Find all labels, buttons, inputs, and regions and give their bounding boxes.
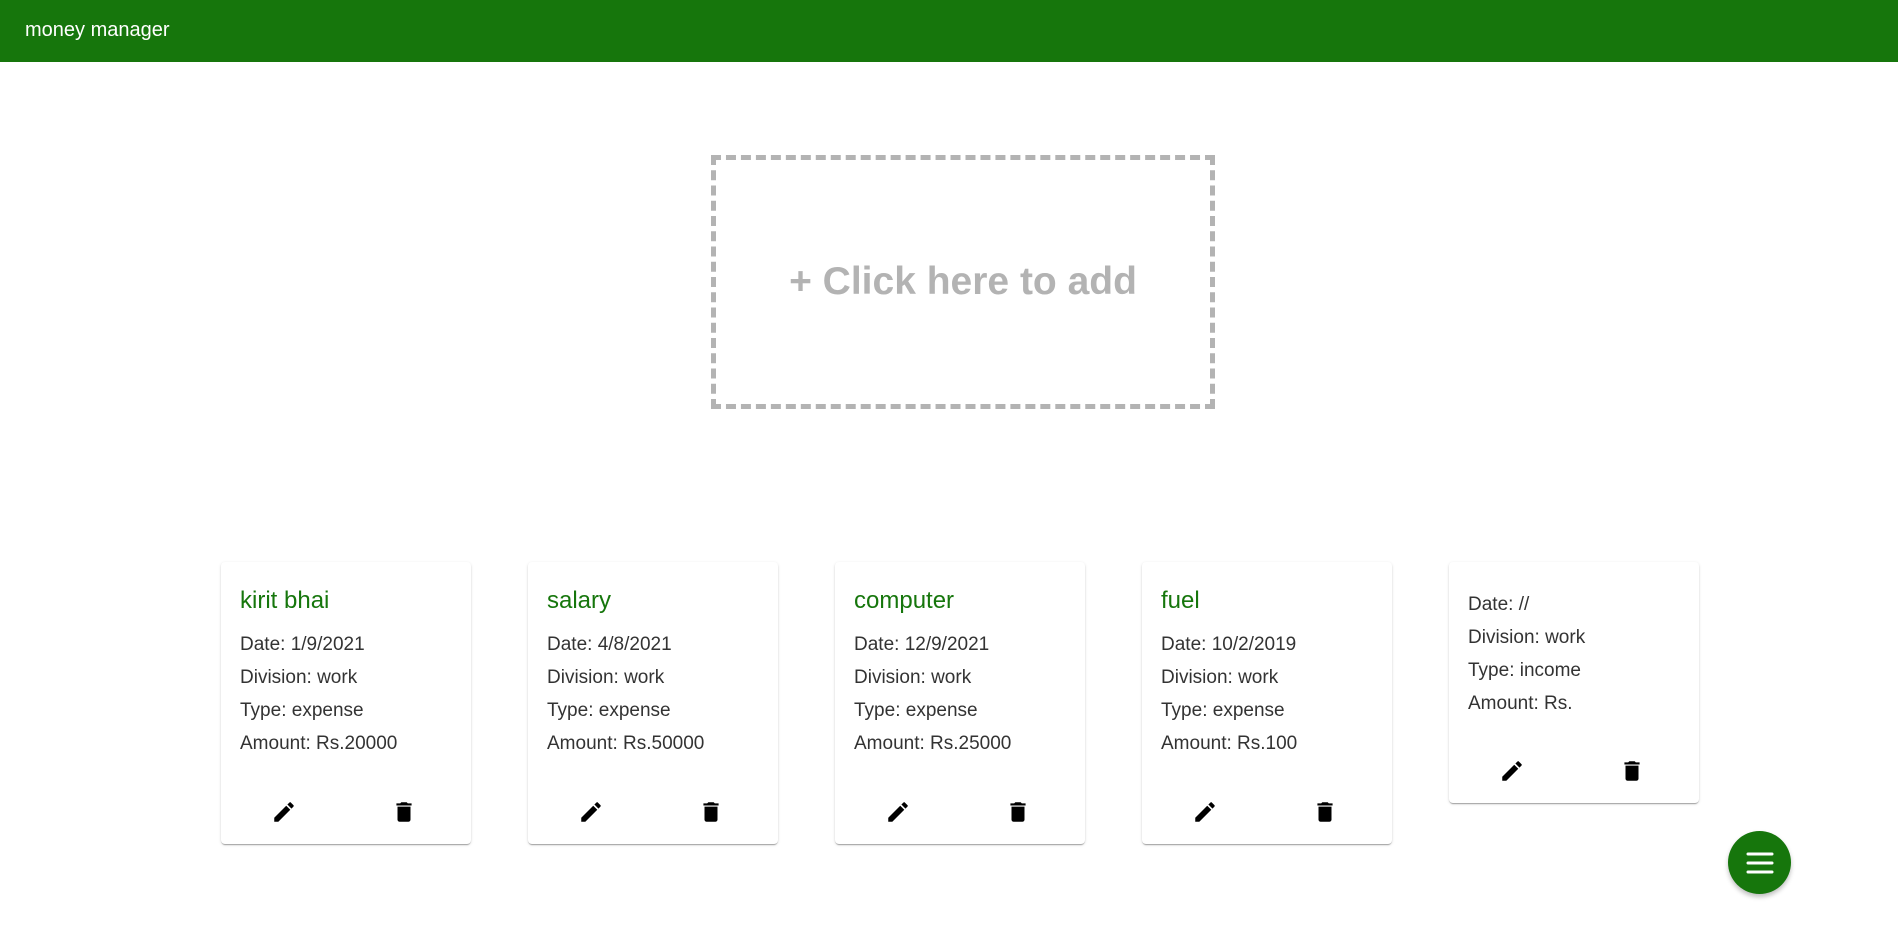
trash-icon bbox=[1317, 802, 1333, 822]
pencil-icon bbox=[888, 802, 908, 822]
entry-division: Division: work bbox=[240, 667, 358, 688]
entry-type: Type: expense bbox=[1161, 700, 1285, 721]
hamburger-menu-icon bbox=[1746, 852, 1773, 873]
entry-amount: Amount: Rs.50000 bbox=[547, 733, 705, 754]
entry-date: Date: 12/9/2021 bbox=[854, 634, 990, 655]
entry-amount: Amount: Rs.20000 bbox=[240, 733, 398, 754]
delete-button[interactable] bbox=[1612, 751, 1652, 791]
app-bar: money manager bbox=[0, 0, 1898, 62]
entry-type: Type: expense bbox=[240, 700, 364, 721]
entry-actions bbox=[221, 792, 471, 832]
edit-button[interactable] bbox=[571, 792, 611, 832]
entry-card: salary Date: 4/8/2021 Division: work Typ… bbox=[528, 562, 778, 844]
entry-type: Type: income bbox=[1468, 660, 1581, 681]
entry-division: Division: work bbox=[1161, 667, 1279, 688]
entry-amount: Amount: Rs.100 bbox=[1161, 733, 1298, 754]
delete-button[interactable] bbox=[1305, 792, 1345, 832]
entry-title: fuel bbox=[1161, 587, 1200, 614]
entry-division: Division: work bbox=[547, 667, 665, 688]
trash-icon bbox=[396, 802, 412, 822]
edit-button[interactable] bbox=[1492, 751, 1532, 791]
entry-division: Division: work bbox=[1468, 627, 1586, 648]
pencil-icon bbox=[274, 802, 294, 822]
entry-amount: Amount: Rs.25000 bbox=[854, 733, 1012, 754]
app-title: money manager bbox=[25, 19, 170, 41]
pencil-icon bbox=[581, 802, 601, 822]
entry-card: fuel Date: 10/2/2019 Division: work Type… bbox=[1142, 562, 1392, 844]
entry-actions bbox=[835, 792, 1085, 832]
entry-type: Type: expense bbox=[854, 700, 978, 721]
trash-icon bbox=[1624, 761, 1640, 781]
entry-actions bbox=[1142, 792, 1392, 832]
edit-button[interactable] bbox=[878, 792, 918, 832]
trash-icon bbox=[703, 802, 719, 822]
entry-division: Division: work bbox=[854, 667, 972, 688]
entry-actions bbox=[1449, 751, 1699, 791]
entry-actions bbox=[528, 792, 778, 832]
edit-button[interactable] bbox=[264, 792, 304, 832]
edit-button[interactable] bbox=[1185, 792, 1225, 832]
trash-icon bbox=[1010, 802, 1026, 822]
delete-button[interactable] bbox=[998, 792, 1038, 832]
entry-date: Date: 10/2/2019 bbox=[1161, 634, 1297, 655]
entry-title: kirit bhai bbox=[240, 587, 330, 614]
delete-button[interactable] bbox=[384, 792, 424, 832]
entry-type: Type: expense bbox=[547, 700, 671, 721]
entry-title: salary bbox=[547, 587, 612, 614]
delete-button[interactable] bbox=[691, 792, 731, 832]
entry-card: computer Date: 12/9/2021 Division: work … bbox=[835, 562, 1085, 844]
entry-date: Date: // bbox=[1468, 594, 1530, 615]
entry-card: Date: // Division: work Type: income Amo… bbox=[1449, 562, 1699, 803]
entry-amount: Amount: Rs. bbox=[1468, 693, 1573, 714]
pencil-icon bbox=[1502, 761, 1522, 781]
entry-card: kirit bhai Date: 1/9/2021 Division: work… bbox=[221, 562, 471, 844]
pencil-icon bbox=[1195, 802, 1215, 822]
add-entry-button[interactable]: + Click here to add bbox=[711, 155, 1215, 409]
entry-title: computer bbox=[854, 587, 955, 614]
entry-date: Date: 1/9/2021 bbox=[240, 634, 365, 655]
add-entry-label: + Click here to add bbox=[789, 260, 1137, 303]
entry-date: Date: 4/8/2021 bbox=[547, 634, 672, 655]
menu-fab-button[interactable] bbox=[1728, 831, 1791, 894]
